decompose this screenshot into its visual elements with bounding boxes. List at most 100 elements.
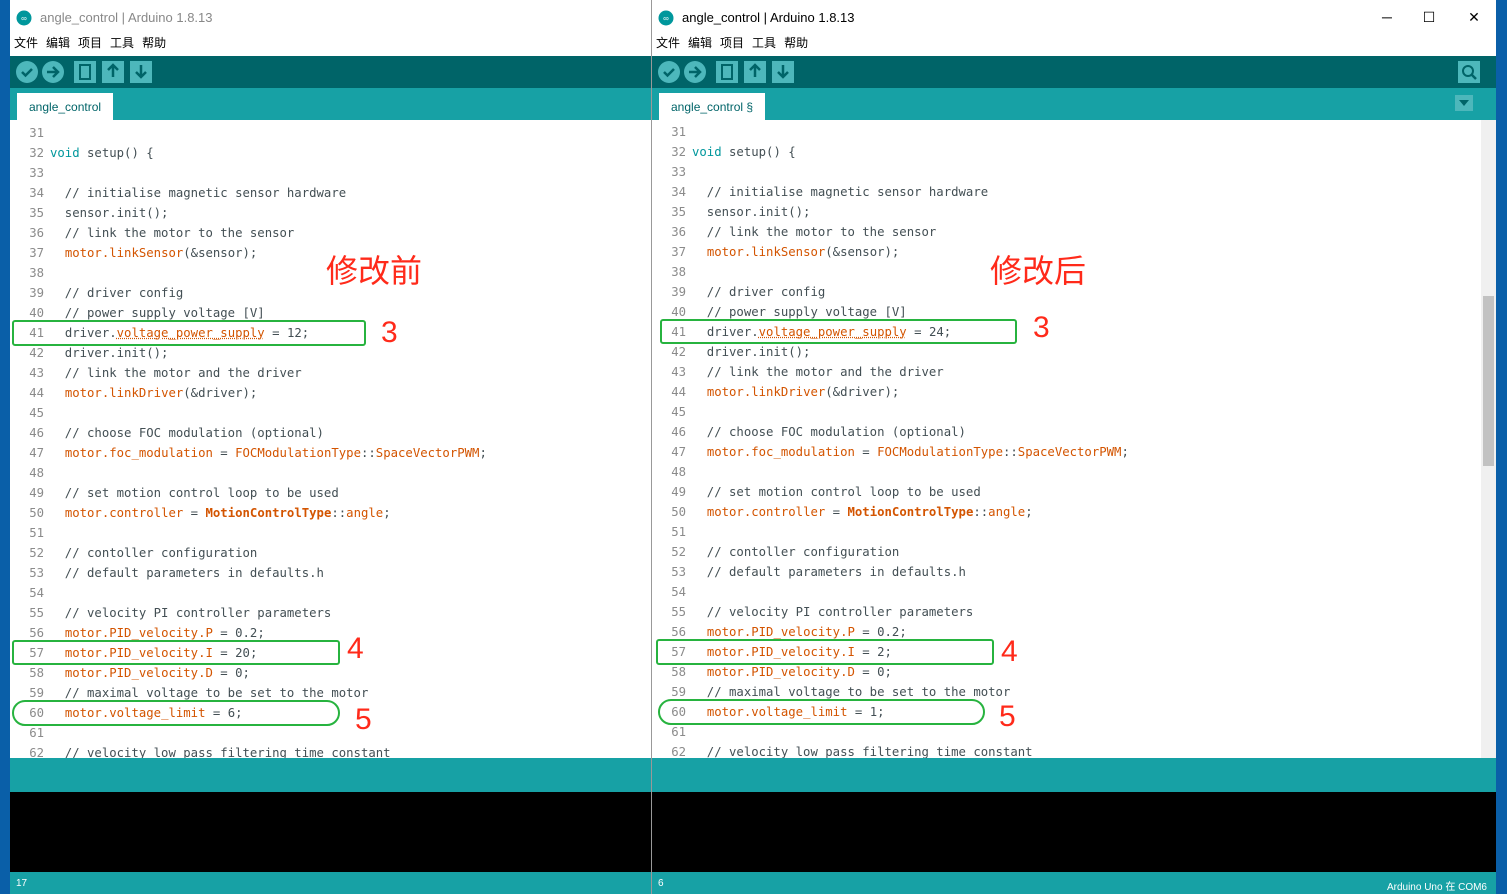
menu-sketch[interactable]: 项目 [78,34,102,52]
code-comment: // initialise magnetic sensor hardware [50,186,347,200]
line-number: 33 [671,165,686,179]
code-line: motor.controller = MotionControlType::an… [64,506,391,520]
console-output[interactable] [652,792,1496,872]
line-number: 51 [671,525,686,539]
minimize-button[interactable]: ─ [1372,6,1402,28]
code-comment: // initialise magnetic sensor hardware [692,185,989,199]
title-bar[interactable]: ∞ angle_control | Arduino 1.8.13 [10,0,651,34]
code-line: void setup() { [692,145,796,159]
menu-edit[interactable]: 编辑 [688,34,712,52]
console-output[interactable] [10,792,651,872]
code-comment: // velocity low pass filtering time cons… [692,745,1033,758]
annotation-before: 修改前 [326,252,423,290]
line-number: 45 [671,405,686,419]
left-arduino-window: ∞ angle_control | Arduino 1.8.13 文件 编辑 项目工… [10,0,651,894]
code-line: motor.PID_velocity.D = 0; [64,666,250,680]
tab-angle-control[interactable]: angle_control [17,93,114,120]
menu-help[interactable]: 帮助 [142,34,166,52]
code-line: motor.controller = MotionControlType::an… [706,505,1033,519]
line-number: 37 [671,245,686,259]
line-number: 42 [671,345,686,359]
menu-sketch[interactable]: 项目 [720,34,744,52]
annotation-number-4: 4 [1001,635,1018,668]
line-number: 43 [29,366,44,380]
scrollbar-thumb[interactable] [1483,296,1494,466]
code-line: motor.linkDriver(&driver); [706,385,900,399]
line-number: 42 [29,346,44,360]
code-comment: // velocity PI controller parameters [692,605,974,619]
line-number: 44 [671,385,686,399]
new-sketch-icon[interactable] [73,60,97,84]
annotation-number-3: 3 [1033,311,1050,344]
code-line: motor.PID_velocity.D = 0; [706,665,892,679]
code-comment: // contoller configuration [50,546,258,560]
toolbar [10,56,651,88]
line-number: 53 [29,566,44,580]
code-comment: // link the motor to the sensor [692,225,937,239]
highlight-box-voltage-limit [658,699,985,725]
highlight-box-voltage-supply [660,319,1017,344]
line-number: 34 [29,186,44,200]
line-indicator: 6 [658,878,664,889]
line-number: 31 [29,126,44,140]
code-comment: // driver config [50,286,184,300]
code-comment: // choose FOC modulation (optional) [692,425,966,439]
code-comment: // default parameters in defaults.h [50,566,324,580]
save-sketch-icon[interactable] [129,60,153,84]
line-number: 54 [671,585,686,599]
verify-icon[interactable] [15,60,39,84]
title-bar[interactable]: ∞ angle_control | Arduino 1.8.13 ─ ☐ ✕ [652,0,1496,34]
vertical-scrollbar[interactable] [1481,120,1496,758]
menu-edit[interactable]: 编辑 [46,34,70,52]
line-number: 62 [671,745,686,758]
menu-file[interactable]: 文件 [656,34,680,52]
menu-tools[interactable]: 工具 [752,34,776,52]
line-number: 44 [29,386,44,400]
code-line: motor.foc_modulation = FOCModulationType… [706,445,1129,459]
svg-text:∞: ∞ [21,14,27,23]
line-number: 39 [671,285,686,299]
serial-monitor-icon[interactable] [1457,60,1481,84]
new-sketch-icon[interactable] [715,60,739,84]
upload-icon[interactable] [41,60,65,84]
line-number: 32 [671,145,686,159]
code-comment: // link the motor and the driver [50,366,302,380]
code-comment: // set motion control loop to be used [692,485,981,499]
line-number: 50 [29,506,44,520]
menu-help[interactable]: 帮助 [784,34,808,52]
open-sketch-icon[interactable] [101,60,125,84]
maximize-button[interactable]: ☐ [1414,6,1444,28]
highlight-box-voltage-limit [12,700,340,726]
line-number: 43 [671,365,686,379]
annotation-number-5: 5 [355,703,372,736]
line-number: 36 [671,225,686,239]
code-line: driver.init(); [692,345,811,359]
line-number: 48 [671,465,686,479]
menu-file[interactable]: 文件 [14,34,38,52]
line-number: 48 [29,466,44,480]
code-line: sensor.init(); [692,205,811,219]
line-number: 54 [29,586,44,600]
annotation-after: 修改后 [990,252,1087,290]
tab-angle-control[interactable]: angle_control § [659,93,766,120]
code-line: void setup() { [50,146,154,160]
code-line: sensor.init(); [50,206,169,220]
line-number: 35 [671,205,686,219]
menu-tools[interactable]: 工具 [110,34,134,52]
code-comment: // link the motor and the driver [692,365,944,379]
close-button[interactable]: ✕ [1459,6,1489,28]
line-number: 47 [671,445,686,459]
verify-icon[interactable] [657,60,681,84]
annotation-number-4: 4 [347,632,364,665]
open-sketch-icon[interactable] [743,60,767,84]
upload-icon[interactable] [683,60,707,84]
line-number: 61 [29,726,44,740]
highlight-box-pid-i [656,639,994,665]
tab-menu-dropdown-icon[interactable] [1455,95,1473,111]
line-number: 34 [671,185,686,199]
line-number: 53 [671,565,686,579]
code-line: driver.init(); [50,346,169,360]
save-sketch-icon[interactable] [771,60,795,84]
code-comment: // driver config [692,285,826,299]
line-number: 55 [29,606,44,620]
